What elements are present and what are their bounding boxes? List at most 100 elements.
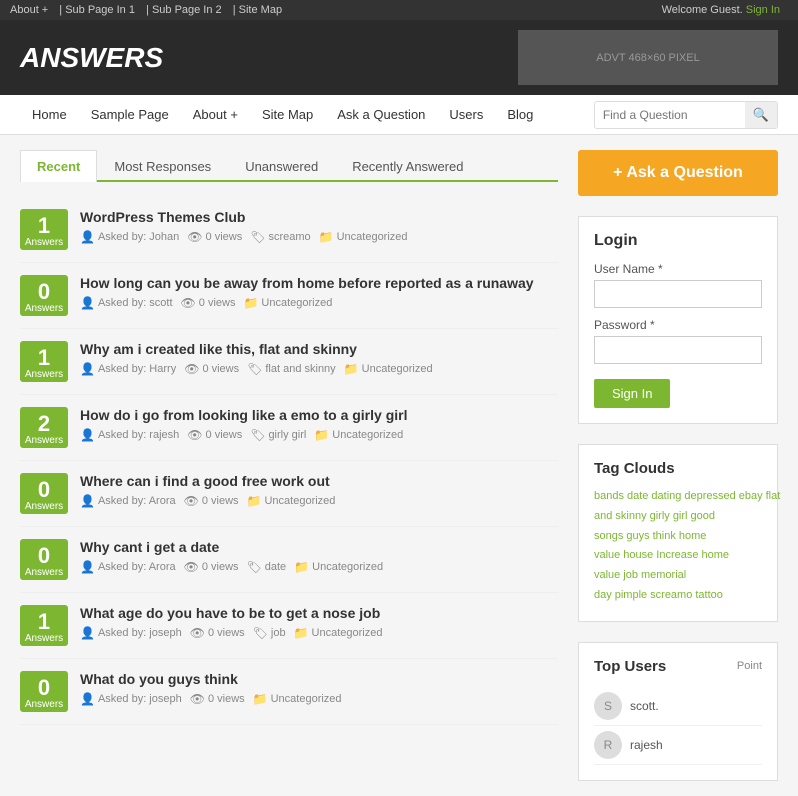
question-item: 0 Answers How long can you be away from … <box>20 263 558 329</box>
answer-count: 1 Answers <box>20 341 68 382</box>
question-meta: 👤Asked by: scott 👁0 views 📁Uncategorized <box>80 296 558 310</box>
user-item: R rajesh <box>594 726 762 765</box>
answers-label: Answers <box>24 501 64 512</box>
tag-link[interactable]: ebay <box>739 490 763 502</box>
question-views: 👁0 views <box>187 230 242 244</box>
question-item: 0 Answers Where can i find a good free w… <box>20 461 558 527</box>
answer-number: 0 <box>24 479 64 501</box>
question-category: 📁Uncategorized <box>253 692 342 706</box>
question-title[interactable]: How long can you be away from home befor… <box>80 275 558 291</box>
question-category: 📁Uncategorized <box>344 362 433 376</box>
password-label: Password * <box>594 318 762 332</box>
ask-question-button[interactable]: + Ask a Question <box>578 150 778 196</box>
tag-link[interactable]: think <box>653 530 676 542</box>
question-tag: 🏷flat and skinny <box>247 362 336 376</box>
answer-number: 2 <box>24 413 64 435</box>
user-name[interactable]: scott. <box>630 699 659 713</box>
tag-link[interactable]: dating <box>651 490 681 502</box>
question-tag: 🏷girly girl <box>250 428 306 442</box>
tab-most-responses[interactable]: Most Responses <box>97 150 228 182</box>
nav-about[interactable]: About + <box>181 95 250 134</box>
question-author: 👤Asked by: rajesh <box>80 428 179 442</box>
user-name[interactable]: rajesh <box>630 738 663 752</box>
question-body: Where can i find a good free work out 👤A… <box>80 473 558 508</box>
username-input[interactable] <box>594 280 762 308</box>
question-views: 👁0 views <box>184 362 239 376</box>
admin-subpage2-link[interactable]: Sub Page In 2 <box>152 4 222 16</box>
tag-clouds: Tag Clouds bandsdatedatingdepressedebayf… <box>578 444 778 622</box>
question-views: 👁0 views <box>184 560 239 574</box>
nav-site-map[interactable]: Site Map <box>250 95 325 134</box>
login-title: Login <box>594 232 762 250</box>
site-header: ANSWERS ADVT 468×60 PIXEL <box>0 20 798 95</box>
question-tag: 🏷screamo <box>250 230 310 244</box>
question-views: 👁0 views <box>181 296 236 310</box>
nav-users[interactable]: Users <box>437 95 495 134</box>
signin-button[interactable]: Sign In <box>594 379 670 408</box>
answer-count: 2 Answers <box>20 407 68 448</box>
answer-count: 0 Answers <box>20 275 68 316</box>
nav-blog[interactable]: Blog <box>495 95 545 134</box>
main-content: Recent Most Responses Unanswered Recentl… <box>20 150 558 781</box>
answer-number: 0 <box>24 677 64 699</box>
tab-recently-answered[interactable]: Recently Answered <box>335 150 480 182</box>
answer-count: 0 Answers <box>20 539 68 580</box>
question-views: 👁0 views <box>190 626 245 640</box>
question-author: 👤Asked by: scott <box>80 296 173 310</box>
question-title[interactable]: Why cant i get a date <box>80 539 558 555</box>
admin-signin-link[interactable]: Sign In <box>746 4 780 16</box>
question-item: 1 Answers What age do you have to be to … <box>20 593 558 659</box>
question-meta: 👤Asked by: joseph 👁0 views 🏷job 📁Uncateg… <box>80 626 558 640</box>
tab-unanswered[interactable]: Unanswered <box>228 150 335 182</box>
question-title[interactable]: WordPress Themes Club <box>80 209 558 225</box>
top-users: Top Users Point S scott. R rajesh <box>578 642 778 781</box>
tag-link[interactable]: depressed <box>684 490 735 502</box>
answer-number: 1 <box>24 215 64 237</box>
question-title[interactable]: Where can i find a good free work out <box>80 473 558 489</box>
answers-label: Answers <box>24 435 64 446</box>
tag-clouds-title: Tag Clouds <box>594 460 762 477</box>
admin-bar-right: Welcome Guest. Sign In <box>662 4 788 16</box>
tag-link[interactable]: house <box>623 549 653 561</box>
question-category: 📁Uncategorized <box>243 296 332 310</box>
question-title[interactable]: Why am i created like this, flat and ski… <box>80 341 558 357</box>
password-group: Password * <box>594 318 762 364</box>
search-input[interactable] <box>595 103 745 127</box>
admin-sitemap-link[interactable]: Site Map <box>239 4 282 16</box>
sidebar: + Ask a Question Login User Name * Passw… <box>578 150 778 781</box>
question-author: 👤Asked by: Arora <box>80 494 176 508</box>
admin-bar-links: About + | Sub Page In 1 | Sub Page In 2 … <box>10 4 290 16</box>
admin-about-link[interactable]: About + <box>10 4 48 16</box>
question-views: 👁0 views <box>187 428 242 442</box>
tag-list: bandsdatedatingdepressedebayflat and ski… <box>594 487 762 606</box>
tag-link[interactable]: bands <box>594 490 624 502</box>
question-item: 0 Answers Why cant i get a date 👤Asked b… <box>20 527 558 593</box>
tag-link[interactable]: job <box>623 569 638 581</box>
nav-home[interactable]: Home <box>20 95 79 134</box>
question-tag: 🏷date <box>247 560 287 574</box>
search-box: 🔍 <box>594 101 778 129</box>
nav-sample-page[interactable]: Sample Page <box>79 95 181 134</box>
tag-link[interactable]: girly girl <box>650 510 688 522</box>
question-title[interactable]: How do i go from looking like a emo to a… <box>80 407 558 423</box>
password-input[interactable] <box>594 336 762 364</box>
welcome-text: Welcome Guest. <box>662 4 743 16</box>
search-button[interactable]: 🔍 <box>745 102 777 128</box>
question-title[interactable]: What age do you have to be to get a nose… <box>80 605 558 621</box>
admin-bar: About + | Sub Page In 1 | Sub Page In 2 … <box>0 0 798 20</box>
question-title[interactable]: What do you guys think <box>80 671 558 687</box>
username-label: User Name * <box>594 262 762 276</box>
tag-link[interactable]: date <box>627 490 648 502</box>
question-author: 👤Asked by: Arora <box>80 560 176 574</box>
question-body: How do i go from looking like a emo to a… <box>80 407 558 442</box>
tag-link[interactable]: guys <box>626 530 649 542</box>
answer-count: 1 Answers <box>20 209 68 250</box>
question-body: How long can you be away from home befor… <box>80 275 558 310</box>
question-body: WordPress Themes Club 👤Asked by: Johan 👁… <box>80 209 558 244</box>
admin-subpage1-link[interactable]: Sub Page In 1 <box>65 4 135 16</box>
question-category: 📁Uncategorized <box>294 560 383 574</box>
answer-number: 0 <box>24 545 64 567</box>
tab-recent[interactable]: Recent <box>20 150 97 182</box>
question-meta: 👤Asked by: Johan 👁0 views 🏷screamo 📁Unca… <box>80 230 558 244</box>
nav-ask-question[interactable]: Ask a Question <box>325 95 437 134</box>
